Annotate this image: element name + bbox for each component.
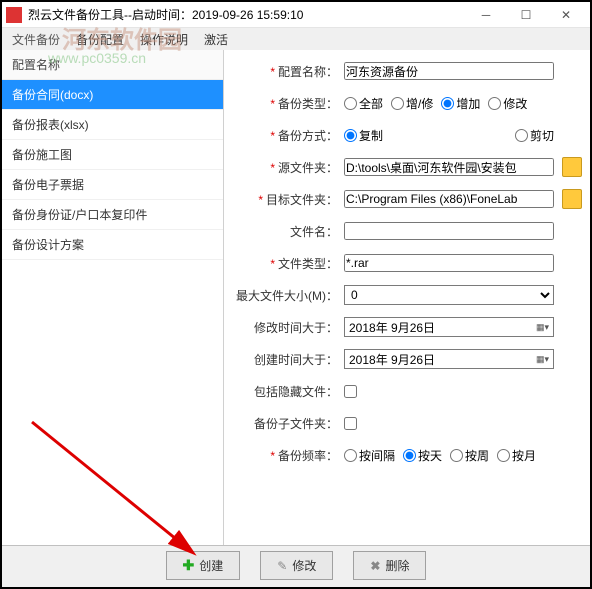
label-config-name: 配置名称：	[278, 65, 338, 79]
subfolders-checkbox[interactable]	[344, 417, 357, 430]
include-hidden-checkbox[interactable]	[344, 385, 357, 398]
label-src-folder: 源文件夹：	[278, 161, 338, 175]
label-dst-folder: 目标文件夹：	[266, 193, 338, 207]
label-max-size: 最大文件大小(M)：	[236, 289, 338, 303]
label-include-hidden: 包括隐藏文件：	[254, 385, 338, 399]
config-name-input[interactable]	[344, 62, 554, 80]
label-freq: 备份频率：	[278, 449, 338, 463]
src-folder-input[interactable]	[344, 158, 554, 176]
label-subfolders: 备份子文件夹：	[254, 417, 338, 431]
calendar-icon: ▦▾	[536, 354, 549, 365]
sidebar-item[interactable]: 备份报表(xlsx)	[2, 110, 223, 140]
delete-button[interactable]: ✖删除	[353, 551, 426, 580]
radio-type-add[interactable]	[441, 97, 454, 110]
maximize-button[interactable]: ☐	[506, 3, 546, 27]
menu-instructions[interactable]: 操作说明	[132, 28, 196, 51]
radio-mode-cut[interactable]	[515, 129, 528, 142]
radio-type-all[interactable]	[344, 97, 357, 110]
label-create-after: 创建时间大于：	[254, 353, 338, 367]
radio-type-addmod[interactable]	[391, 97, 404, 110]
form-panel: *配置名称： *备份类型： 全部 增/修 增加 修改 *备份方式： 复制 剪切	[224, 50, 590, 545]
label-file-name: 文件名：	[290, 225, 338, 239]
sidebar-item[interactable]: 备份合同(docx)	[2, 80, 223, 110]
menu-activate[interactable]: 激活	[196, 28, 236, 51]
sidebar-item[interactable]: 备份设计方案	[2, 230, 223, 260]
menu-bar: 文件备份 备份配置 操作说明 激活	[2, 28, 590, 50]
create-after-date[interactable]: 2018年 9月26日▦▾	[344, 349, 554, 369]
radio-freq-week[interactable]	[450, 449, 463, 462]
menu-backup-config[interactable]: 备份配置	[68, 28, 132, 51]
file-type-input[interactable]	[344, 254, 554, 272]
title-bar: 烈云文件备份工具--启动时间：2019-09-26 15:59:10 ─ ☐ ✕	[2, 2, 590, 28]
label-mod-after: 修改时间大于：	[254, 321, 338, 335]
sidebar: 配置名称 备份合同(docx) 备份报表(xlsx) 备份施工图 备份电子票据 …	[2, 50, 224, 545]
radio-type-mod[interactable]	[488, 97, 501, 110]
window-title: 烈云文件备份工具--启动时间：2019-09-26 15:59:10	[28, 6, 466, 23]
radio-freq-day[interactable]	[403, 449, 416, 462]
pencil-icon: ✎	[277, 559, 287, 573]
close-button[interactable]: ✕	[546, 3, 586, 27]
radio-freq-interval[interactable]	[344, 449, 357, 462]
label-backup-mode: 备份方式：	[278, 129, 338, 143]
plus-icon: ✚	[183, 557, 195, 574]
sidebar-header: 配置名称	[2, 50, 223, 80]
dst-folder-input[interactable]	[344, 190, 554, 208]
sidebar-item[interactable]: 备份身份证/户口本复印件	[2, 200, 223, 230]
max-size-select[interactable]: 0	[344, 285, 554, 305]
calendar-icon: ▦▾	[536, 322, 549, 333]
mod-after-date[interactable]: 2018年 9月26日▦▾	[344, 317, 554, 337]
browse-dst-icon[interactable]	[562, 189, 582, 209]
bottom-bar: ✚创建 ✎修改 ✖删除	[2, 545, 590, 585]
sidebar-item[interactable]: 备份电子票据	[2, 170, 223, 200]
radio-freq-month[interactable]	[497, 449, 510, 462]
sidebar-item[interactable]: 备份施工图	[2, 140, 223, 170]
create-button[interactable]: ✚创建	[166, 551, 241, 580]
modify-button[interactable]: ✎修改	[260, 551, 333, 580]
tab-file-backup[interactable]: 文件备份	[4, 28, 68, 51]
radio-mode-copy[interactable]	[344, 129, 357, 142]
minimize-button[interactable]: ─	[466, 3, 506, 27]
browse-src-icon[interactable]	[562, 157, 582, 177]
app-icon	[6, 7, 22, 23]
file-name-input[interactable]	[344, 222, 554, 240]
cross-icon: ✖	[370, 559, 380, 573]
label-backup-type: 备份类型：	[278, 97, 338, 111]
label-file-type: 文件类型：	[278, 257, 338, 271]
